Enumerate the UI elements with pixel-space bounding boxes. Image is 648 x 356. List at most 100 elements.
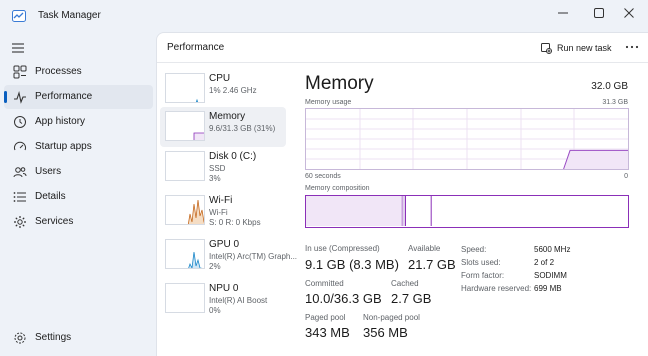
- time-span-label: 60 seconds: [305, 173, 341, 180]
- run-new-task-label: Run new task: [557, 43, 612, 53]
- close-icon: [624, 8, 634, 18]
- spec-hw-reserved-label: Hardware reserved:: [461, 284, 532, 293]
- tile-cpu[interactable]: CPU 1% 2.46 GHz: [160, 69, 286, 109]
- sidebar-item-users[interactable]: Users: [4, 160, 153, 184]
- minimize-icon: [558, 12, 568, 14]
- sidebar-item-label: Details: [35, 191, 66, 202]
- tile-detail-2: 2%: [209, 262, 221, 271]
- minimize-button[interactable]: [546, 0, 580, 26]
- cached-label: Cached: [391, 279, 419, 288]
- tile-name: Wi-Fi: [209, 195, 233, 206]
- tile-detail: SSD: [209, 164, 226, 173]
- in-use-value: 9.1 GB (8.3 MB): [305, 257, 399, 272]
- disk-thumbnail-graph: [165, 151, 205, 181]
- committed-label: Committed: [305, 279, 344, 288]
- tile-memory[interactable]: Memory 9.6/31.3 GB (31%): [160, 107, 286, 147]
- sidebar-item-settings[interactable]: Settings: [4, 326, 153, 350]
- tile-name: Disk 0 (C:): [209, 151, 257, 162]
- tile-npu[interactable]: NPU 0 Intel(R) AI Boost 0%: [160, 279, 286, 319]
- more-options-button[interactable]: [622, 38, 642, 56]
- maximize-icon: [594, 8, 604, 18]
- run-task-icon: [541, 42, 552, 54]
- tile-name: CPU: [209, 73, 231, 84]
- processes-icon: [13, 65, 27, 79]
- spec-slots-label: Slots used:: [461, 258, 501, 267]
- maximize-button[interactable]: [582, 0, 616, 26]
- sidebar-item-app-history[interactable]: App history: [4, 110, 153, 134]
- committed-value: 10.0/36.3 GB: [305, 291, 382, 306]
- tile-detail-2: S: 0 R: 0 Kbps: [209, 218, 261, 227]
- memory-composition-bar: [305, 195, 629, 228]
- cached-value: 2.7 GB: [391, 291, 432, 306]
- spec-slots-value: 2 of 2: [534, 258, 555, 267]
- spec-hw-reserved-value: 699 MB: [534, 284, 562, 293]
- memory-total: 32.0 GB: [591, 81, 628, 92]
- wifi-thumbnail-graph: [165, 195, 205, 225]
- tile-detail: Intel(R) Arc(TM) Graph...: [209, 252, 298, 261]
- sidebar-item-startup-apps[interactable]: Startup apps: [4, 135, 153, 159]
- sidebar-item-label: Processes: [35, 66, 82, 77]
- memory-thumbnail-graph: [165, 111, 205, 141]
- close-button[interactable]: [612, 0, 646, 26]
- available-label: Available: [408, 244, 441, 253]
- panel-header: Performance Run new task: [157, 33, 648, 63]
- tile-wifi[interactable]: Wi-Fi Wi-Fi S: 0 R: 0 Kbps: [160, 191, 286, 231]
- sidebar-item-performance[interactable]: Performance: [4, 85, 153, 109]
- memory-usage-graph: [305, 108, 629, 170]
- performance-panel: Performance Run new task CPU 1% 2.46 GHz…: [156, 32, 648, 356]
- sidebar-item-label: Services: [35, 216, 74, 227]
- details-list-icon: [13, 192, 26, 202]
- non-paged-pool-label: Non-paged pool: [363, 313, 420, 322]
- active-indicator: [4, 91, 7, 103]
- page-title: Performance: [167, 42, 225, 53]
- sidebar-item-label: Users: [35, 166, 62, 177]
- paged-pool-label: Paged pool: [305, 313, 346, 322]
- sidebar: Processes Performance App history Startu…: [0, 32, 156, 356]
- time-end-label: 0: [624, 173, 628, 180]
- task-manager-icon: [12, 10, 26, 22]
- tile-detail: 9.6/31.3 GB (31%): [209, 124, 276, 133]
- hamburger-menu-icon[interactable]: [12, 42, 26, 54]
- tile-detail: 1% 2.46 GHz: [209, 86, 257, 95]
- tile-gpu[interactable]: GPU 0 Intel(R) Arc(TM) Graph... 2%: [160, 235, 297, 275]
- sidebar-item-processes[interactable]: Processes: [4, 60, 153, 84]
- spec-speed-value: 5600 MHz: [534, 245, 571, 254]
- speedometer-icon: [14, 141, 26, 151]
- services-gear-icon: [14, 216, 26, 228]
- spec-speed-label: Speed:: [461, 245, 487, 254]
- memory-heading: Memory: [305, 73, 374, 94]
- spec-form-factor-value: SODIMM: [534, 271, 567, 280]
- tile-detail: Intel(R) AI Boost: [209, 296, 268, 305]
- settings-gear-icon: [14, 332, 26, 344]
- history-icon: [14, 116, 26, 128]
- sidebar-item-details[interactable]: Details: [4, 185, 153, 209]
- paged-pool-value: 343 MB: [305, 325, 350, 340]
- available-value: 21.7 GB: [408, 257, 456, 272]
- composition-in-use: [306, 196, 403, 226]
- run-new-task-button[interactable]: Run new task: [541, 41, 612, 55]
- sidebar-item-label: Startup apps: [35, 141, 92, 152]
- users-icon: [13, 167, 27, 178]
- npu-thumbnail-graph: [165, 283, 205, 313]
- tile-name: NPU 0: [209, 283, 239, 294]
- spec-form-factor-label: Form factor:: [461, 271, 505, 280]
- memory-composition-label: Memory composition: [305, 185, 370, 192]
- non-paged-pool-value: 356 MB: [363, 325, 408, 340]
- sidebar-item-services[interactable]: Services: [4, 210, 153, 234]
- task-manager-window: Task Manager Processes Performance App h…: [0, 0, 648, 356]
- settings-label: Settings: [35, 332, 72, 343]
- memory-usage-label: Memory usage: [305, 99, 352, 106]
- sidebar-item-label: App history: [35, 116, 86, 127]
- title-bar[interactable]: Task Manager: [0, 0, 648, 32]
- tile-disk[interactable]: Disk 0 (C:) SSD 3%: [160, 147, 286, 187]
- tile-detail-2: 0%: [209, 306, 221, 315]
- tile-name: Memory: [209, 111, 246, 122]
- tile-detail: Wi-Fi: [209, 208, 228, 217]
- gpu-thumbnail-graph: [165, 239, 205, 269]
- cpu-thumbnail-graph: [165, 73, 205, 103]
- more-dots-icon: [625, 45, 639, 49]
- tile-name: GPU 0: [209, 239, 240, 250]
- tile-detail-2: 3%: [209, 174, 221, 183]
- performance-icon: [14, 90, 26, 104]
- memory-usage-max: 31.3 GB: [602, 99, 628, 106]
